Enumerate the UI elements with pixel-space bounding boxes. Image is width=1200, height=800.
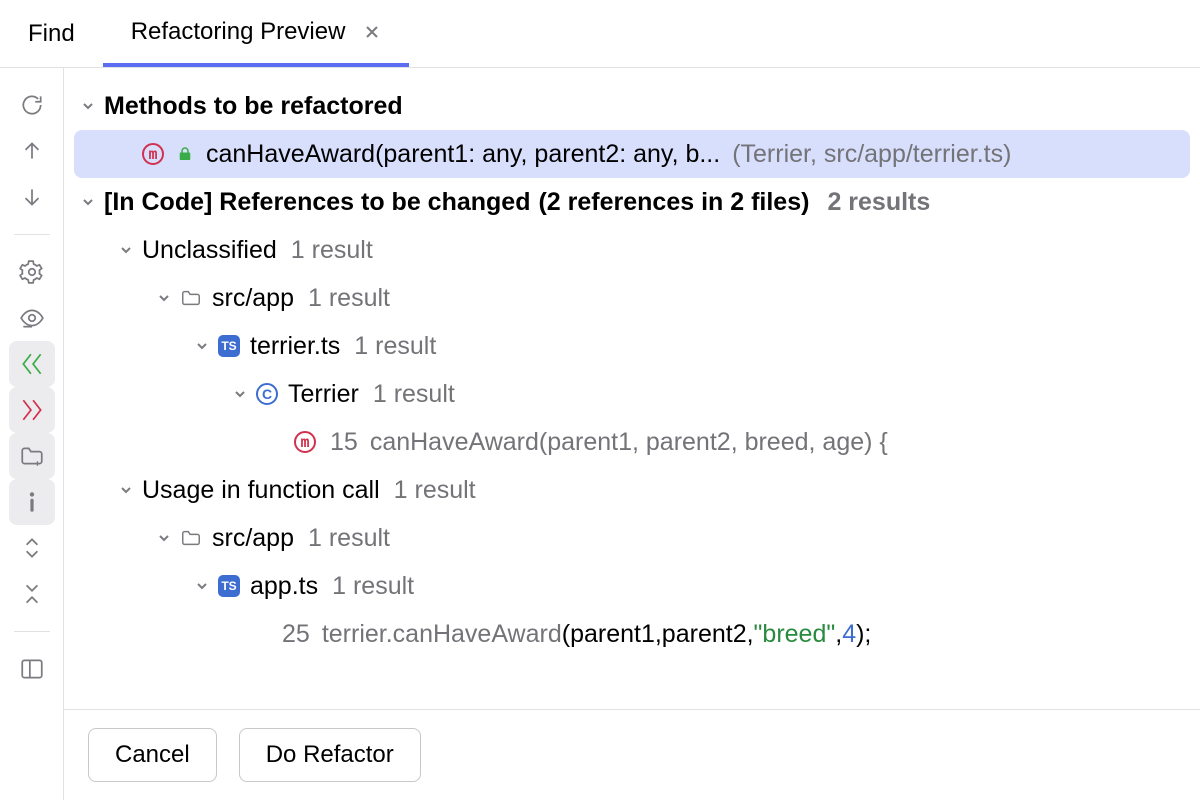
- group-methods[interactable]: Methods to be refactored: [64, 82, 1200, 130]
- group-unclassified-count: 1 result: [291, 236, 373, 265]
- method-icon: m: [142, 143, 164, 165]
- settings-icon[interactable]: [9, 249, 55, 295]
- chevron-down-icon: [116, 482, 136, 498]
- arrow-down-icon[interactable]: [9, 174, 55, 220]
- folder-srcapp-2[interactable]: src/app 1 result: [64, 514, 1200, 562]
- method-item-location: (Terrier, src/app/terrier.ts): [732, 140, 1011, 169]
- expand-all-icon[interactable]: [9, 525, 55, 571]
- line-number: 15: [330, 428, 358, 457]
- exclude-icon[interactable]: [9, 387, 55, 433]
- tab-refactoring-preview-label: Refactoring Preview: [131, 18, 346, 46]
- ts-file-icon: TS: [218, 335, 240, 357]
- file-app-ts[interactable]: TS app.ts 1 result: [64, 562, 1200, 610]
- chevron-down-icon: [78, 194, 98, 210]
- tab-find[interactable]: Find: [0, 0, 103, 67]
- class-icon: C: [256, 383, 278, 405]
- chevron-down-icon: [192, 578, 212, 594]
- folder-srcapp-1[interactable]: src/app 1 result: [64, 274, 1200, 322]
- tool-sidebar: [0, 68, 64, 800]
- folder-count: 1 result: [308, 284, 390, 313]
- chevron-down-icon: [78, 98, 98, 114]
- method-item[interactable]: m canHaveAward(parent1: any, parent2: an…: [74, 130, 1190, 178]
- preview-icon[interactable]: [9, 295, 55, 341]
- chevron-down-icon: [154, 530, 174, 546]
- file-name: terrier.ts: [250, 332, 340, 361]
- file-count: 1 result: [332, 572, 414, 601]
- group-unclassified-title: Unclassified: [142, 236, 277, 265]
- method-item-name: canHaveAward(parent1: any, parent2: any,…: [206, 140, 720, 169]
- group-function-call-count: 1 result: [394, 476, 476, 505]
- cancel-button[interactable]: Cancel: [88, 728, 217, 782]
- group-function-call[interactable]: Usage in function call 1 result: [64, 466, 1200, 514]
- file-count: 1 result: [354, 332, 436, 361]
- group-references-count: 2 results: [827, 188, 930, 217]
- include-icon[interactable]: [9, 341, 55, 387]
- refactor-tree: Methods to be refactored m canHaveAward(…: [64, 68, 1200, 709]
- group-references[interactable]: [In Code] References to be changed (2 re…: [64, 178, 1200, 226]
- do-refactor-button[interactable]: Do Refactor: [239, 728, 421, 782]
- group-function-call-title: Usage in function call: [142, 476, 380, 505]
- folder-name: src/app: [212, 284, 294, 313]
- folder-icon: [180, 527, 202, 549]
- collapse-all-icon[interactable]: [9, 571, 55, 617]
- class-terrier[interactable]: C Terrier 1 result: [64, 370, 1200, 418]
- group-unclassified[interactable]: Unclassified 1 result: [64, 226, 1200, 274]
- class-count: 1 result: [373, 380, 455, 409]
- folder-name: src/app: [212, 524, 294, 553]
- info-icon[interactable]: [9, 479, 55, 525]
- tab-refactoring-preview[interactable]: Refactoring Preview: [103, 0, 410, 67]
- ts-file-icon: TS: [218, 575, 240, 597]
- layout-icon[interactable]: [9, 646, 55, 692]
- readonly-icon: [174, 143, 196, 165]
- folder-icon: [180, 287, 202, 309]
- tab-find-label: Find: [28, 20, 75, 48]
- group-methods-title: Methods to be refactored: [104, 92, 403, 121]
- file-name: app.ts: [250, 572, 318, 601]
- file-terrier-ts[interactable]: TS terrier.ts 1 result: [64, 322, 1200, 370]
- chevron-down-icon: [230, 386, 250, 402]
- group-references-title: [In Code] References to be changed: [104, 188, 530, 217]
- arrow-up-icon[interactable]: [9, 128, 55, 174]
- usage-code: terrier.canHaveAward(parent1,parent2,"br…: [322, 620, 872, 649]
- chevron-down-icon: [154, 290, 174, 306]
- usage-app-line25[interactable]: 25 terrier.canHaveAward(parent1,parent2,…: [64, 610, 1200, 658]
- line-number: 25: [282, 620, 310, 649]
- usage-terrier-line15[interactable]: m 15 canHaveAward(parent1, parent2, bree…: [64, 418, 1200, 466]
- close-tab-icon[interactable]: [363, 23, 381, 41]
- new-folder-icon[interactable]: [9, 433, 55, 479]
- group-references-subtitle: (2 references in 2 files): [538, 188, 809, 217]
- tab-bar: Find Refactoring Preview: [0, 0, 1200, 68]
- usage-code: canHaveAward(parent1, parent2, breed, ag…: [370, 428, 888, 457]
- refresh-icon[interactable]: [9, 82, 55, 128]
- folder-count: 1 result: [308, 524, 390, 553]
- class-name: Terrier: [288, 380, 359, 409]
- chevron-down-icon: [116, 242, 136, 258]
- footer: Cancel Do Refactor: [64, 709, 1200, 800]
- method-icon: m: [294, 431, 316, 453]
- chevron-down-icon: [192, 338, 212, 354]
